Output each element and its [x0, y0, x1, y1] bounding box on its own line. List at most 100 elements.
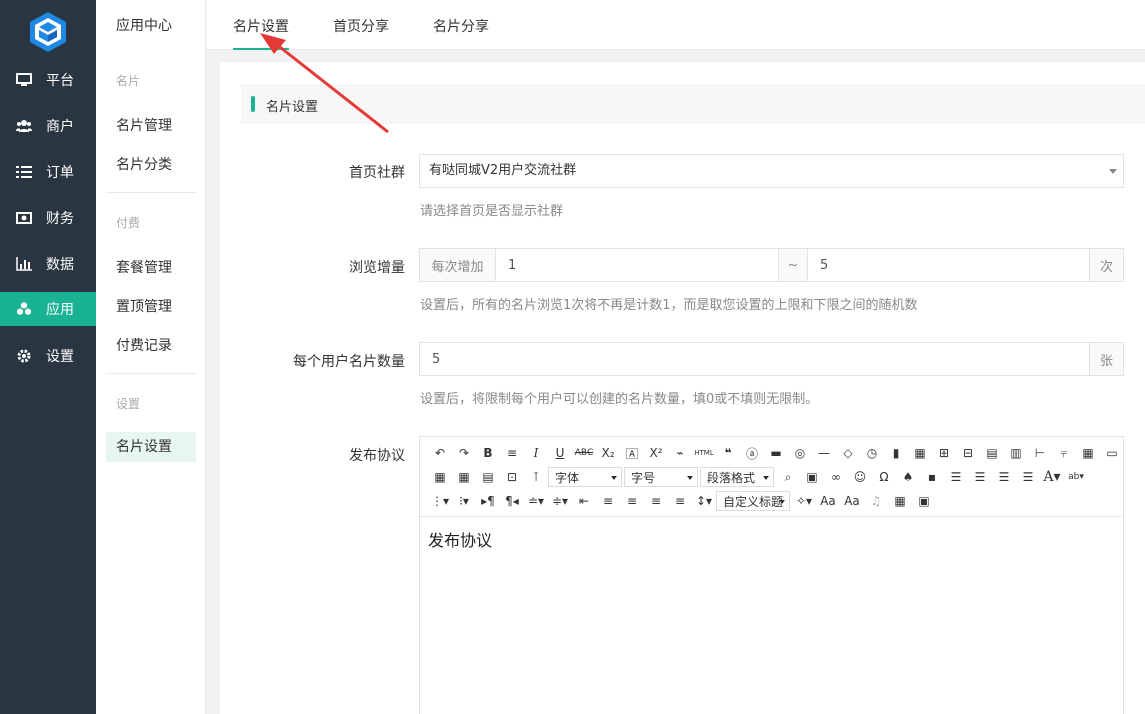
nav-item-settings[interactable]: 设置	[0, 339, 96, 373]
tab-card-share[interactable]: 名片分享	[433, 16, 489, 36]
music-icon[interactable]: ♫	[864, 491, 888, 511]
fullscreen-icon[interactable]: ▭	[1100, 443, 1124, 463]
ltr-icon[interactable]: ▸¶	[476, 491, 500, 511]
row-spacing-top-icon[interactable]: ≐▾	[524, 491, 548, 511]
delete-table-icon[interactable]: ▤	[476, 467, 500, 487]
table-split-icon[interactable]: ⫧	[1052, 443, 1076, 463]
spellcheck-icon[interactable]: ab▾	[1064, 467, 1088, 487]
italic-icon[interactable]: I	[524, 443, 548, 463]
undo-icon[interactable]: ↶	[428, 443, 452, 463]
sub-sidebar: 应用中心 名片 名片管理 名片分类 付费 套餐管理 置顶管理 付费记录 设置 名…	[96, 0, 206, 714]
special-char-icon[interactable]: Ω	[872, 467, 896, 487]
justify-right-icon[interactable]: ≡	[644, 491, 668, 511]
font-color-icon[interactable]: A▾	[1040, 467, 1064, 487]
cards-label: 每个用户名片数量	[293, 354, 405, 370]
superscript-icon[interactable]: X²	[644, 443, 668, 463]
app-logo[interactable]	[26, 10, 70, 54]
sub-group-label: 名片	[116, 74, 141, 88]
delete-row-icon[interactable]: ▦	[428, 467, 452, 487]
insert-col-icon[interactable]: ⊟	[956, 443, 980, 463]
video-icon[interactable]: ▣	[912, 491, 936, 511]
paragraph-select[interactable]: 段落格式	[700, 467, 774, 487]
tab-card-settings[interactable]: 名片设置	[233, 16, 289, 50]
sub-item-card-settings[interactable]: 名片设置	[106, 432, 196, 462]
delete-col-icon[interactable]: ▦	[452, 467, 476, 487]
nav-item-apps[interactable]: 应用	[0, 292, 96, 326]
align-table-icon[interactable]: ⊢	[1028, 443, 1052, 463]
quote-icon[interactable]: ❝	[716, 443, 740, 463]
justify-center-icon[interactable]: ≡	[620, 491, 644, 511]
image-icon[interactable]: ▪	[920, 467, 944, 487]
custom-title-select[interactable]: 自定义标题	[716, 491, 790, 511]
sub-item-card-category[interactable]: 名片分类	[116, 154, 172, 174]
letter-case-icon[interactable]: Aa	[816, 491, 840, 511]
format-brush-icon[interactable]: ⌁	[668, 443, 692, 463]
unordered-list-icon[interactable]: ⁝▾	[452, 491, 476, 511]
insert-para-icon[interactable]: ⊡	[500, 467, 524, 487]
strikethrough-icon[interactable]: ABC	[572, 443, 596, 463]
align-justify-icon[interactable]: ☰	[1016, 467, 1040, 487]
page-break-icon[interactable]: ▮	[884, 443, 908, 463]
cards-count-input[interactable]: 5	[420, 343, 1089, 375]
nav-item-platform[interactable]: 平台	[0, 63, 96, 97]
grid-icon[interactable]: ▦	[888, 491, 912, 511]
views-label: 浏览增量	[349, 260, 405, 276]
font-size-select[interactable]: 字号	[624, 467, 698, 487]
nav-item-finance[interactable]: 财务	[0, 201, 96, 235]
underline-icon[interactable]: U	[548, 443, 572, 463]
views-max-input[interactable]: 5	[808, 249, 1089, 281]
sub-item-payment-records[interactable]: 付费记录	[116, 335, 172, 355]
letter-case-lower-icon[interactable]: Aa	[840, 491, 864, 511]
rich-text-editor: ↶ ↷ B ≡ I U ABC X₂ 🄰 X² ⌁ HTML ❝ ⓐ ▬ ◎ —…	[419, 436, 1124, 714]
sub-item-package-manage[interactable]: 套餐管理	[116, 257, 172, 277]
caret-down-icon	[779, 500, 785, 504]
merge-cells-icon[interactable]: ▤	[980, 443, 1004, 463]
magic-wand-icon[interactable]: ✧▾	[792, 491, 816, 511]
indent-icon[interactable]: ≡	[500, 443, 524, 463]
redo-icon[interactable]: ↷	[452, 443, 476, 463]
rtl-icon[interactable]: ¶◂	[500, 491, 524, 511]
emoticon-icon[interactable]: ☺	[848, 467, 872, 487]
justify-left-icon[interactable]: ≡	[596, 491, 620, 511]
sub-item-card-manage[interactable]: 名片管理	[116, 115, 172, 135]
nav-item-order[interactable]: 订单	[0, 155, 96, 189]
bold-icon[interactable]: B	[476, 443, 500, 463]
nav-item-data[interactable]: 数据	[0, 247, 96, 281]
views-range-group: 每次增加 1 ~ 5 次	[419, 248, 1124, 282]
font-border-icon[interactable]: 🄰	[620, 443, 644, 463]
bar-chart-icon	[16, 256, 32, 272]
print-icon[interactable]: ▬	[764, 443, 788, 463]
eraser-icon[interactable]: ◇	[836, 443, 860, 463]
line-height-icon[interactable]: ↕▾	[692, 491, 716, 511]
text-direction-icon[interactable]: ⊺	[524, 467, 548, 487]
sub-item-top-manage[interactable]: 置顶管理	[116, 296, 172, 316]
home-group-select[interactable]: 有哒同城V2用户交流社群	[419, 154, 1124, 188]
justify-full-icon[interactable]: ≡	[668, 491, 692, 511]
align-center-icon[interactable]: ☰	[992, 467, 1016, 487]
horizontal-rule-icon[interactable]: —	[812, 443, 836, 463]
preview-icon[interactable]: ◎	[788, 443, 812, 463]
time-icon[interactable]: ◷	[860, 443, 884, 463]
ordered-list-icon[interactable]: ⋮▾	[428, 491, 452, 511]
font-family-select[interactable]: 字体	[548, 467, 622, 487]
views-suffix: 次	[1089, 249, 1123, 281]
search-binoculars-icon[interactable]: ♠	[896, 467, 920, 487]
date-icon[interactable]: ▦	[908, 443, 932, 463]
editor-content[interactable]: 发布协议	[420, 517, 1123, 561]
text-box-icon[interactable]: ⓐ	[740, 443, 764, 463]
outdent-icon[interactable]: ⇤	[572, 491, 596, 511]
table-icon[interactable]: ▦	[1076, 443, 1100, 463]
subscript-icon[interactable]: X₂	[596, 443, 620, 463]
search-replace-icon[interactable]: ⌕	[776, 467, 800, 487]
tab-home-share[interactable]: 首页分享	[333, 16, 389, 36]
align-right-icon[interactable]: ☰	[968, 467, 992, 487]
insert-row-icon[interactable]: ⊞	[932, 443, 956, 463]
row-spacing-bottom-icon[interactable]: ≑▾	[548, 491, 572, 511]
link-icon[interactable]: ∞	[824, 467, 848, 487]
nav-item-merchant[interactable]: 商户	[0, 109, 96, 143]
views-min-input[interactable]: 1	[496, 249, 778, 281]
image-edit-icon[interactable]: ▣	[800, 467, 824, 487]
align-left-icon[interactable]: ☰	[944, 467, 968, 487]
html-icon[interactable]: HTML	[692, 443, 716, 463]
split-cells-icon[interactable]: ▥	[1004, 443, 1028, 463]
